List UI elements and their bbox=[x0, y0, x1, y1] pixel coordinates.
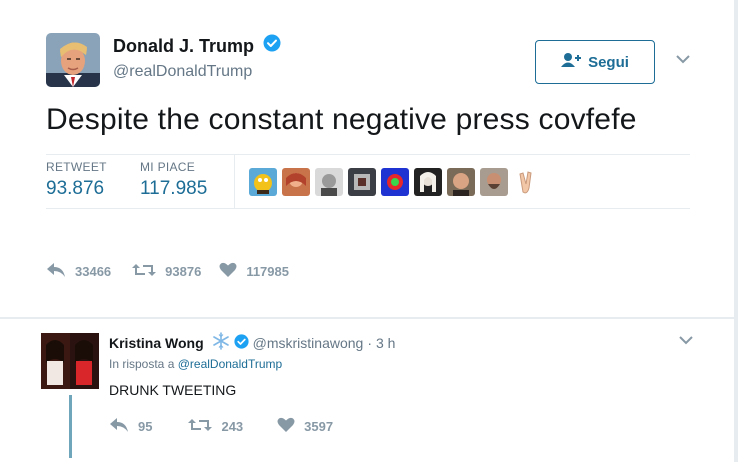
reply-actions: 95 243 3597 bbox=[109, 417, 333, 436]
reply-action[interactable]: 33466 bbox=[46, 262, 111, 281]
reply-count: 33466 bbox=[75, 264, 112, 279]
liker-avatar[interactable] bbox=[381, 168, 409, 196]
reply-author-header: Kristina Wong @mskristinawong · 3 h bbox=[109, 332, 395, 353]
reply-count: 95 bbox=[138, 419, 153, 434]
reply-timestamp[interactable]: 3 h bbox=[376, 335, 395, 351]
liker-avatar[interactable] bbox=[513, 168, 541, 196]
reply-author-avatar[interactable] bbox=[41, 333, 99, 389]
retweet-count: 243 bbox=[221, 419, 244, 434]
in-reply-prefix: In risposta a bbox=[109, 357, 175, 371]
tweet-actions: 33466 93876 117985 bbox=[46, 262, 289, 281]
author-name-text[interactable]: Donald J. Trump bbox=[113, 36, 254, 56]
in-reply-to: In risposta a @realDonaldTrump bbox=[109, 357, 282, 371]
divider bbox=[46, 154, 690, 155]
likes-stat-value[interactable]: 117.985 bbox=[140, 178, 207, 200]
divider bbox=[46, 208, 690, 209]
snowflake-icon bbox=[212, 332, 230, 353]
in-reply-handle-link[interactable]: @realDonaldTrump bbox=[178, 357, 282, 371]
retweet-icon bbox=[188, 417, 213, 436]
reply-icon bbox=[109, 417, 129, 436]
retweet-stat-label: RETWEET bbox=[46, 160, 107, 174]
liker-avatar[interactable] bbox=[249, 168, 277, 196]
thread-line bbox=[69, 395, 72, 458]
like-action[interactable]: 117985 bbox=[219, 262, 289, 281]
like-count: 117985 bbox=[246, 264, 289, 279]
follow-button[interactable]: Segui bbox=[535, 40, 655, 84]
retweet-stat-value[interactable]: 93.876 bbox=[46, 178, 107, 200]
liker-avatar[interactable] bbox=[348, 168, 376, 196]
follow-person-plus-icon bbox=[561, 52, 582, 72]
divider bbox=[234, 155, 235, 208]
liker-avatar[interactable] bbox=[480, 168, 508, 196]
like-count: 3597 bbox=[304, 419, 334, 434]
likes-stat[interactable]: MI PIACE 117.985 bbox=[140, 160, 207, 200]
retweet-stat[interactable]: RETWEET 93.876 bbox=[46, 160, 107, 200]
verified-badge-icon bbox=[234, 333, 249, 352]
liker-avatar[interactable] bbox=[282, 168, 310, 196]
reply-text: DRUNK TWEETING bbox=[109, 382, 237, 398]
reply-author-name[interactable]: Kristina Wong bbox=[109, 335, 204, 351]
tweet-text: Despite the constant negative press covf… bbox=[46, 103, 637, 136]
author-name[interactable]: Donald J. Trump bbox=[113, 34, 281, 57]
likers-avatars bbox=[249, 168, 541, 196]
retweet-icon bbox=[132, 262, 157, 281]
liker-avatar[interactable] bbox=[414, 168, 442, 196]
like-action[interactable]: 3597 bbox=[277, 417, 333, 436]
reply-action[interactable]: 95 bbox=[109, 417, 152, 436]
heart-icon bbox=[219, 262, 237, 281]
retweet-action[interactable]: 243 bbox=[188, 417, 243, 436]
retweet-count: 93876 bbox=[165, 264, 202, 279]
author-avatar[interactable] bbox=[46, 33, 100, 87]
follow-button-label: Segui bbox=[588, 53, 629, 71]
verified-badge-icon bbox=[263, 34, 281, 57]
likes-stat-label: MI PIACE bbox=[140, 160, 196, 174]
chevron-down-icon[interactable] bbox=[675, 52, 691, 70]
author-handle[interactable]: @realDonaldTrump bbox=[113, 63, 252, 81]
chevron-down-icon[interactable] bbox=[678, 333, 694, 351]
separator-dot: · bbox=[367, 334, 372, 351]
reply-author-handle[interactable]: @mskristinawong bbox=[253, 335, 364, 351]
liker-avatar[interactable] bbox=[447, 168, 475, 196]
heart-icon bbox=[277, 417, 295, 436]
main-tweet-card: Donald J. Trump @realDonaldTrump Segui D… bbox=[0, 0, 734, 317]
reply-icon bbox=[46, 262, 66, 281]
retweet-action[interactable]: 93876 bbox=[132, 262, 201, 281]
liker-avatar[interactable] bbox=[315, 168, 343, 196]
